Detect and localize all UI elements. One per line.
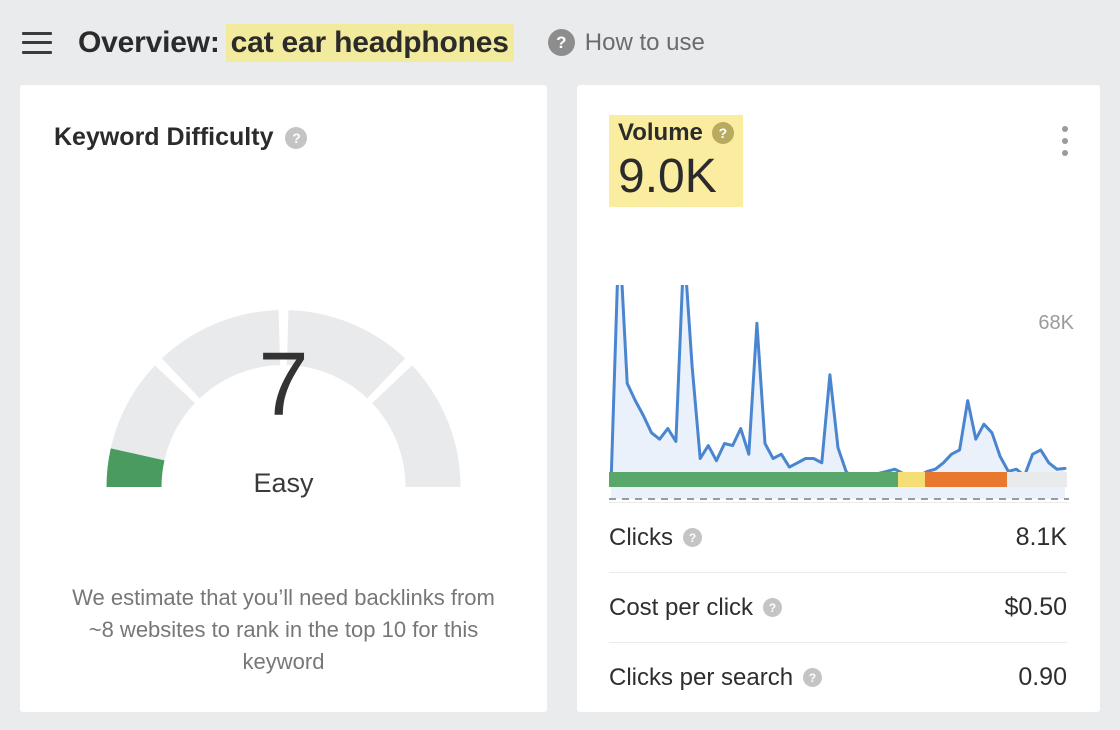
sparkline-svg: [609, 227, 1069, 500]
kebab-dot: [1062, 126, 1068, 132]
question-mark-icon[interactable]: ?: [285, 126, 308, 149]
question-mark-icon[interactable]: ?: [803, 668, 823, 687]
keyword-difficulty-rating: Easy: [253, 468, 314, 498]
keyword-difficulty-title: Keyword Difficulty ?: [54, 123, 308, 152]
hamburger-bar: [22, 31, 52, 35]
metric-label-group: Clicks per search ?: [609, 663, 823, 692]
kebab-dot: [1062, 150, 1068, 156]
page-title-prefix: Overview:: [78, 25, 220, 59]
question-mark-icon[interactable]: ?: [763, 598, 783, 617]
volume-value: 9.0K: [618, 150, 717, 203]
segment-bar-gray: [1007, 472, 1067, 487]
kebab-menu-icon[interactable]: [1054, 126, 1076, 156]
metric-name: Cost per click: [609, 593, 754, 621]
volume-sparkline-chart: [609, 227, 1069, 535]
segment-bar-orange: [925, 472, 1008, 487]
metric-value: 8.1K: [1015, 523, 1067, 551]
volume-card: Volume ? 9.0K 68K Clicks ? 8.1K Cost per…: [577, 85, 1100, 712]
volume-label-row: Volume ?: [618, 119, 734, 147]
volume-highlight-block: Volume ? 9.0K: [609, 115, 743, 207]
volume-label: Volume: [618, 119, 703, 146]
metric-name: Clicks per search: [609, 663, 794, 691]
kebab-dot: [1062, 138, 1068, 144]
metric-name: Clicks: [609, 523, 673, 551]
question-mark-icon[interactable]: ?: [683, 528, 702, 547]
metric-label-group: Clicks ?: [609, 524, 702, 552]
metric-value: $0.50: [1004, 593, 1067, 621]
how-to-use-link[interactable]: ? How to use: [547, 28, 705, 57]
volume-header: Volume ? 9.0K: [609, 115, 743, 207]
metric-label-group: Cost per click ?: [609, 593, 783, 622]
question-mark-icon[interactable]: ?: [547, 29, 575, 56]
volume-segment-bar: [609, 472, 1067, 487]
page-title: Overview: cat ear headphones: [78, 23, 514, 62]
metric-row-clicks-per-search: Clicks per search ? 0.90: [609, 642, 1067, 712]
keyword-difficulty-label: Keyword Difficulty: [54, 123, 274, 151]
keyword-term: cat ear headphones: [225, 23, 514, 62]
metric-value: 0.90: [1018, 663, 1067, 691]
hamburger-bar: [22, 41, 52, 44]
metric-row-cost-per-click: Cost per click ? $0.50: [609, 572, 1067, 642]
hamburger-bar: [22, 50, 52, 54]
segment-bar-green: [609, 472, 898, 487]
keyword-difficulty-score: 7: [258, 335, 309, 435]
metric-row-clicks: Clicks ? 8.1K: [609, 502, 1067, 572]
question-mark-icon[interactable]: ?: [711, 122, 734, 144]
keyword-difficulty-note: We estimate that you’ll need backlinks f…: [72, 585, 495, 674]
how-to-use-label: How to use: [584, 28, 705, 56]
hamburger-menu-icon[interactable]: [22, 31, 52, 54]
segment-bar-yellow: [897, 472, 925, 487]
app-header: Overview: cat ear headphones ? How to use: [0, 0, 1120, 85]
keyword-difficulty-card: Keyword Difficulty ? 7 Easy We estimate …: [20, 85, 547, 712]
